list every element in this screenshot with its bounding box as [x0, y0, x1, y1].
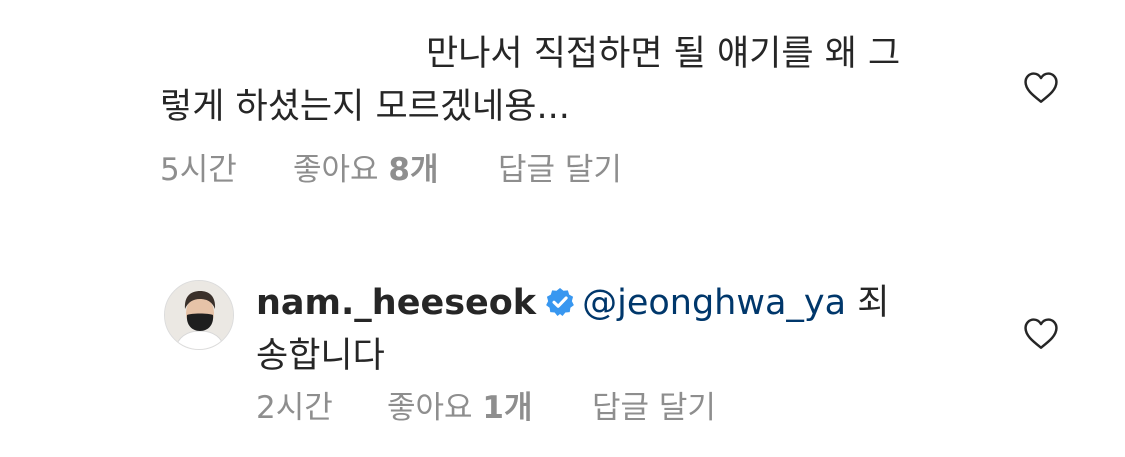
heart-outline-icon[interactable]: [1022, 70, 1060, 104]
avatar[interactable]: [164, 280, 234, 350]
like-count[interactable]: 좋아요 1개: [387, 388, 533, 428]
comment-meta: 5시간 좋아요 8개 답글 달기: [160, 150, 760, 190]
like-label: 좋아요: [387, 390, 473, 426]
avatar-image: [165, 281, 233, 349]
like-label: 좋아요: [293, 152, 379, 188]
comment-time: 5시간: [160, 152, 237, 188]
reply-button[interactable]: 답글 달기: [498, 150, 622, 190]
comment-text-segment: 죄: [846, 283, 890, 323]
comment-body: nam._heeseok @jeonghwa_ya 죄 송합니다: [256, 277, 976, 383]
comment-body: 만나서 직접하면 될 얘기를 왜 그 렇게 하셨는지 모르겠네용...: [160, 28, 980, 134]
comment-time: 2시간: [256, 390, 333, 426]
comment-text-line: 렇게 하셨는지 모르겠네용...: [160, 87, 570, 127]
comment-meta: 2시간 좋아요 1개 답글 달기: [256, 388, 856, 428]
comment-text-line: 만나서 직접하면 될 얘기를 왜 그: [426, 34, 901, 74]
comment-thread: 만나서 직접하면 될 얘기를 왜 그 렇게 하셨는지 모르겠네용... 5시간 …: [0, 0, 1125, 457]
comment-text-line: 송합니다: [256, 336, 385, 376]
heart-outline-icon[interactable]: [1022, 316, 1060, 350]
like-number: 8개: [388, 152, 439, 188]
mention-link[interactable]: @jeonghwa_ya: [582, 283, 846, 323]
like-count[interactable]: 좋아요 8개: [293, 150, 439, 190]
verified-badge-icon: [546, 288, 574, 316]
username-link[interactable]: nam._heeseok: [256, 283, 536, 323]
like-number: 1개: [482, 390, 533, 426]
reply-button[interactable]: 답글 달기: [592, 388, 716, 428]
